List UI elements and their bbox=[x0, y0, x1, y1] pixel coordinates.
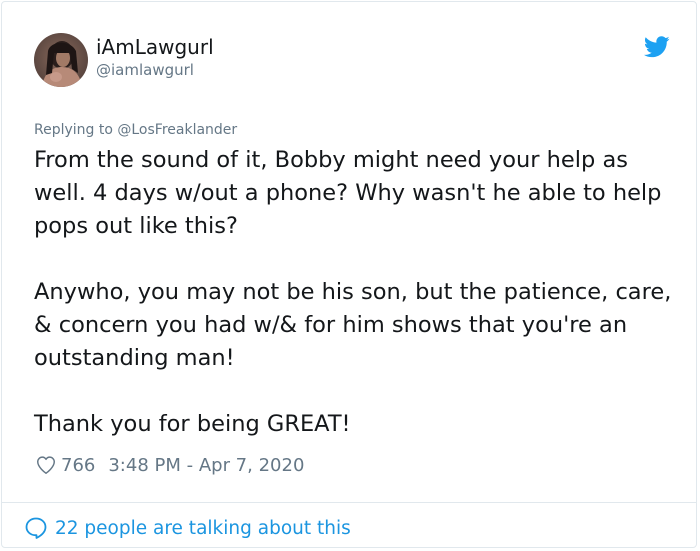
replying-to-label[interactable]: Replying to @LosFreaklander bbox=[34, 121, 237, 139]
avatar-image bbox=[34, 33, 88, 87]
tweet-meta: 766 3:48 PM - Apr 7, 2020 bbox=[35, 452, 304, 478]
heart-icon[interactable] bbox=[35, 454, 57, 476]
tweet-card: iAmLawgurl @iamlawgurl Replying to @LosF… bbox=[1, 1, 697, 548]
speech-bubble-icon bbox=[25, 517, 47, 539]
conversation-link-label[interactable]: 22 people are talking about this bbox=[55, 518, 351, 539]
tweet-paragraph: From the sound of it, Bobby might need y… bbox=[34, 147, 662, 239]
tweet-paragraph: Thank you for being GREAT! bbox=[34, 411, 351, 437]
tweet-text: From the sound of it, Bobby might need y… bbox=[34, 144, 684, 441]
tweet-paragraph: Anywho, you may not be his son, but the … bbox=[34, 279, 672, 371]
twitter-bird-icon[interactable] bbox=[644, 36, 670, 58]
author-handle[interactable]: @iamlawgurl bbox=[96, 60, 194, 80]
divider bbox=[2, 502, 696, 503]
conversation-link[interactable]: 22 people are talking about this bbox=[24, 514, 351, 542]
like-count[interactable]: 766 bbox=[61, 455, 95, 476]
author-display-name[interactable]: iAmLawgurl bbox=[96, 35, 214, 59]
timestamp[interactable]: 3:48 PM - Apr 7, 2020 bbox=[108, 455, 304, 476]
avatar[interactable] bbox=[34, 33, 88, 87]
